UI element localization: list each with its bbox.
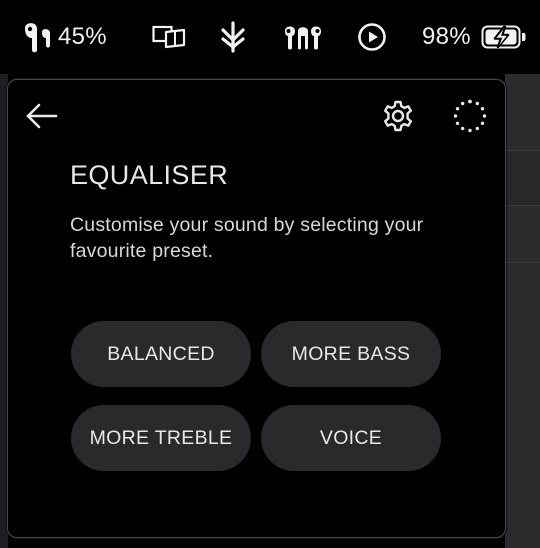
background-row — [505, 205, 540, 263]
earbud-battery-status[interactable]: 45% — [22, 0, 107, 74]
bluetooth-button[interactable] — [219, 0, 247, 74]
background-window-right — [505, 74, 540, 548]
back-button[interactable] — [22, 96, 62, 136]
battery-charging-icon — [481, 24, 527, 50]
loading-spinner-button[interactable] — [450, 96, 490, 136]
display-mirror-icon — [152, 24, 186, 50]
gear-icon — [381, 99, 415, 133]
background-row — [505, 74, 540, 150]
page-title: EQUALISER — [70, 160, 229, 190]
preset-balanced-button[interactable]: BALANCED — [71, 321, 251, 387]
earbud-icon — [22, 20, 52, 54]
mac-battery-status[interactable]: 98% — [422, 0, 527, 74]
earbud-battery-label: 45% — [58, 23, 107, 50]
mac-battery-label: 98% — [422, 23, 471, 50]
menu-bar: 45% 98% — [0, 0, 540, 74]
preset-voice-button[interactable]: VOICE — [261, 405, 441, 471]
preset-more-treble-button[interactable]: MORE TREBLE — [71, 405, 251, 471]
play-circle-icon — [357, 22, 387, 52]
airpods-button[interactable] — [283, 0, 323, 74]
display-mirror-button[interactable] — [152, 0, 186, 74]
airpods-icon — [283, 23, 323, 51]
settings-button[interactable] — [378, 96, 418, 136]
dotted-circle-icon — [453, 99, 487, 133]
background-row — [505, 150, 540, 206]
now-playing-button[interactable] — [357, 0, 387, 74]
preset-more-bass-button[interactable]: MORE BASS — [261, 321, 441, 387]
arrow-left-icon — [25, 102, 59, 130]
equaliser-panel: EQUALISER Customise your sound by select… — [7, 79, 506, 538]
page-description: Customise your sound by selecting your f… — [70, 214, 424, 262]
bluetooth-icon — [219, 21, 247, 53]
